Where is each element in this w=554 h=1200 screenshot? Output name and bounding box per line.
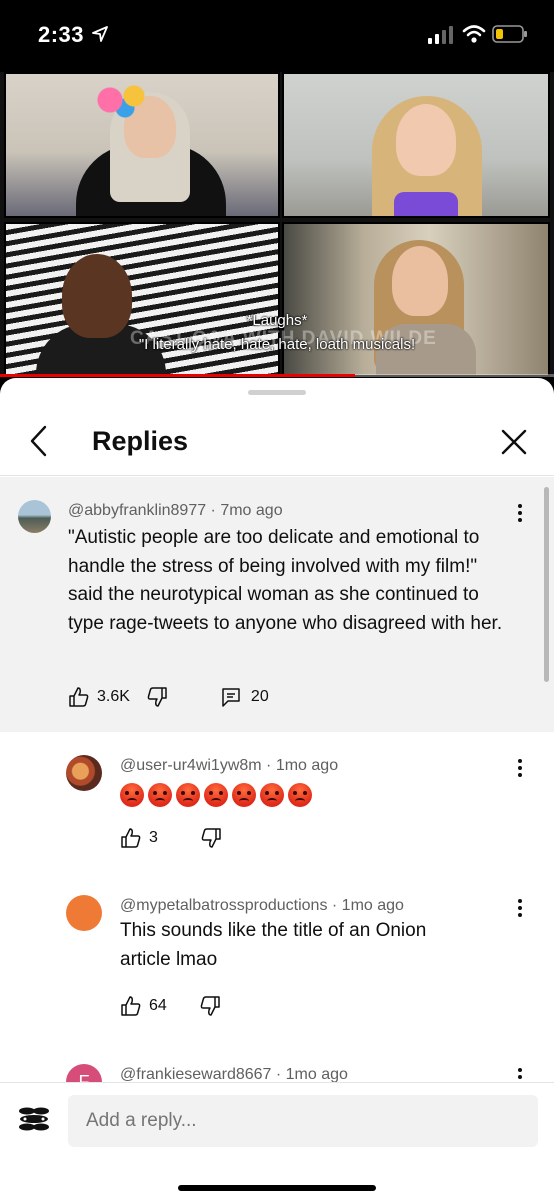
comment-author[interactable]: @frankieseward8667 <box>120 1066 271 1082</box>
chevron-left-icon[interactable] <box>26 424 52 458</box>
comment-author[interactable]: @user-ur4wi1yw8m <box>120 757 262 774</box>
like-count: 3 <box>149 829 158 846</box>
video-tile-4 <box>282 222 550 377</box>
avatar[interactable] <box>66 895 102 931</box>
thumbs-down-icon[interactable] <box>200 827 222 849</box>
comment-text: "Autistic people are too delicate and em… <box>68 527 503 634</box>
video-tile-1 <box>4 72 280 218</box>
wifi-icon <box>462 25 486 43</box>
video-player[interactable]: CAST Q&A WITH DAVID WILDE *Laughs* "I li… <box>0 72 554 377</box>
avatar[interactable] <box>66 755 102 791</box>
comment-meta: @abbyfranklin8977 · 7mo ago <box>68 502 283 519</box>
comment-meta: @frankieseward8667 · 1mo ago <box>120 1066 348 1082</box>
like-count: 3.6K <box>97 688 130 705</box>
comment-author[interactable]: @mypetalbatrossproductions <box>120 897 327 914</box>
comment-text: This sounds like the title of an Onion a… <box>120 920 427 970</box>
video-caption-line-1: *Laughs* <box>246 312 308 329</box>
panel-header: Replies <box>0 408 554 476</box>
avatar[interactable] <box>18 500 51 533</box>
comment-actions: 3 <box>120 827 222 849</box>
like-count: 64 <box>149 997 167 1014</box>
more-options-icon[interactable] <box>516 897 524 919</box>
scrollbar[interactable] <box>544 487 549 682</box>
angry-face-icon <box>148 783 172 807</box>
status-time: 2:33 <box>38 22 85 47</box>
reply-input[interactable] <box>68 1095 538 1147</box>
thumbs-down-icon[interactable] <box>199 995 221 1017</box>
reply-item: @user-ur4wi1yw8m · 1mo ago 3 <box>0 755 554 875</box>
panel-title: Replies <box>92 426 189 456</box>
status-bar: 2:33 <box>0 0 554 72</box>
comment-time: 7mo ago <box>220 502 283 519</box>
video-tile-3 <box>4 222 280 377</box>
reply-bar <box>0 1082 554 1200</box>
more-options-icon[interactable] <box>516 757 524 779</box>
reply-count: 20 <box>250 688 269 705</box>
comment-meta: @mypetalbatrossproductions · 1mo ago <box>120 897 404 914</box>
video-caption-line-2: "I literally hate, hate, hate, loath mus… <box>138 336 416 353</box>
more-options-icon[interactable] <box>516 1066 524 1082</box>
reply-item: @mypetalbatrossproductions · 1mo ago Thi… <box>0 895 554 1045</box>
more-options-icon[interactable] <box>516 502 524 524</box>
comment-meta: @user-ur4wi1yw8m · 1mo ago <box>120 757 339 774</box>
replies-panel: Replies @abbyfranklin8977 · 7mo ago "Aut… <box>0 378 554 1200</box>
comment-actions: 64 <box>120 995 221 1017</box>
location-arrow-icon <box>92 26 108 42</box>
video-tile-2 <box>282 72 550 218</box>
emoji-row <box>120 783 312 807</box>
close-icon[interactable] <box>498 426 530 458</box>
comment-icon[interactable] <box>220 686 242 708</box>
angry-face-icon <box>204 783 228 807</box>
avatar[interactable]: F <box>66 1064 102 1082</box>
thumbs-up-icon[interactable] <box>120 995 142 1017</box>
battery-icon <box>492 25 527 43</box>
comment-author[interactable]: @abbyfranklin8977 <box>68 502 206 519</box>
video-progress-fill <box>0 374 355 377</box>
angry-face-icon <box>288 783 312 807</box>
drag-handle[interactable] <box>248 390 306 395</box>
home-indicator <box>178 1185 376 1191</box>
angry-face-icon <box>120 783 144 807</box>
comment-actions: 3.6K 20 <box>68 686 269 708</box>
thumbs-up-icon[interactable] <box>120 827 142 849</box>
comment-time: 1mo ago <box>275 757 339 774</box>
angry-face-icon <box>176 783 200 807</box>
comment-thread[interactable]: @abbyfranklin8977 · 7mo ago "Autistic pe… <box>0 477 554 1082</box>
video-progress-bar[interactable] <box>0 374 554 377</box>
user-avatar-icon[interactable] <box>16 1101 52 1137</box>
comment-time: 1mo ago <box>341 897 404 914</box>
angry-face-icon <box>260 783 284 807</box>
reply-item: F @frankieseward8667 · 1mo ago <box>0 1064 554 1082</box>
thumbs-down-icon[interactable] <box>146 686 168 708</box>
angry-face-icon <box>232 783 256 807</box>
parent-comment: @abbyfranklin8977 · 7mo ago "Autistic pe… <box>0 477 554 732</box>
signal-icon <box>428 26 453 44</box>
comment-time: 1mo ago <box>285 1066 348 1082</box>
thumbs-up-icon[interactable] <box>68 686 90 708</box>
